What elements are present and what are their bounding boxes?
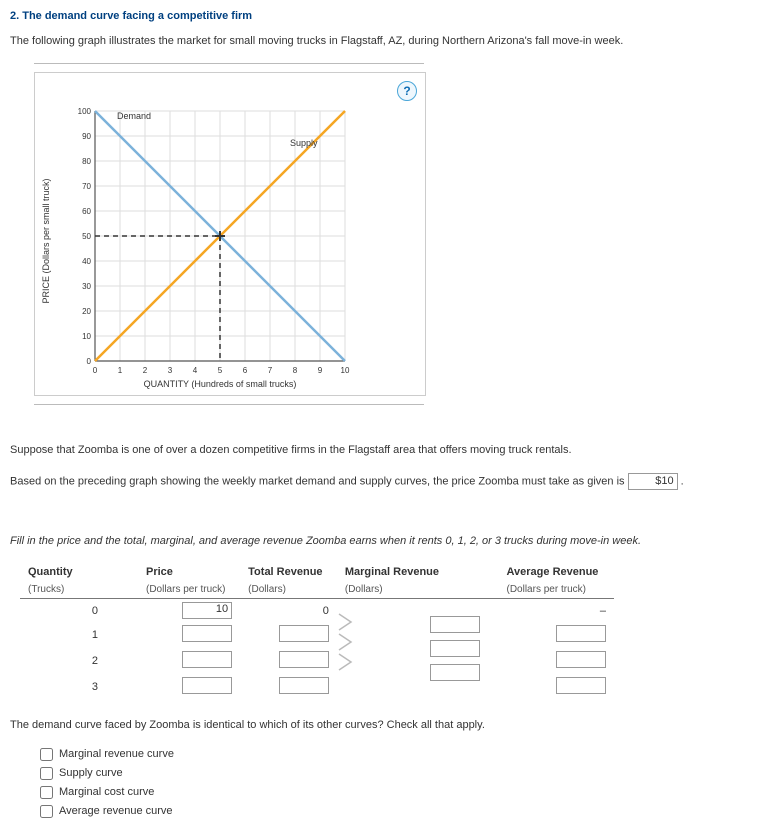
svg-text:60: 60 bbox=[82, 207, 91, 216]
col-price-sub: (Dollars per truck) bbox=[138, 581, 240, 599]
table-row: 1 bbox=[20, 622, 614, 648]
price-input-3[interactable] bbox=[182, 677, 232, 694]
check-row: Marginal revenue curve bbox=[40, 748, 747, 761]
price-input-1[interactable] bbox=[182, 625, 232, 642]
chart-container: ? bbox=[34, 72, 426, 396]
tr-cell-0: 0 bbox=[240, 599, 337, 623]
svg-text:0: 0 bbox=[93, 366, 98, 375]
paragraph-2: Suppose that Zoomba is one of over a doz… bbox=[10, 443, 747, 458]
revenue-table: Quantity Price Total Revenue Marginal Re… bbox=[20, 563, 614, 700]
qty-cell: 3 bbox=[20, 674, 138, 700]
svg-text:7: 7 bbox=[268, 366, 273, 375]
price-answer-input[interactable]: $10 bbox=[628, 473, 678, 490]
qty-cell: 0 bbox=[20, 599, 138, 623]
col-ar: Average Revenue bbox=[499, 563, 615, 581]
svg-text:90: 90 bbox=[82, 132, 91, 141]
price-sentence-prefix: Based on the preceding graph showing the… bbox=[10, 475, 625, 487]
svg-text:30: 30 bbox=[82, 282, 91, 291]
col-qty-sub: (Trucks) bbox=[20, 581, 138, 599]
fill-instruction: Fill in the price and the total, margina… bbox=[10, 534, 747, 549]
supply-demand-chart: Demand Supply 0 10 20 30 40 50 60 70 80 … bbox=[35, 81, 415, 391]
col-qty: Quantity bbox=[20, 563, 138, 581]
col-tr: Total Revenue bbox=[240, 563, 337, 581]
tr-input-2[interactable] bbox=[279, 651, 329, 668]
question-2: The demand curve faced by Zoomba is iden… bbox=[10, 718, 747, 733]
check-mr[interactable] bbox=[40, 748, 53, 761]
demand-label: Demand bbox=[117, 111, 151, 121]
svg-text:100: 100 bbox=[78, 107, 92, 116]
check-ar[interactable] bbox=[40, 805, 53, 818]
svg-text:5: 5 bbox=[218, 366, 223, 375]
mr-chevrons bbox=[337, 612, 427, 688]
check-label: Average revenue curve bbox=[59, 805, 173, 817]
tr-input-1[interactable] bbox=[279, 625, 329, 642]
svg-text:0: 0 bbox=[87, 357, 92, 366]
price-input-0[interactable]: 10 bbox=[182, 602, 232, 619]
check-mc[interactable] bbox=[40, 786, 53, 799]
svg-text:10: 10 bbox=[341, 366, 350, 375]
svg-text:8: 8 bbox=[293, 366, 298, 375]
svg-text:3: 3 bbox=[168, 366, 173, 375]
check-supply[interactable] bbox=[40, 767, 53, 780]
mr-input-2[interactable] bbox=[430, 640, 480, 657]
check-list: Marginal revenue curve Supply curve Marg… bbox=[40, 748, 747, 818]
svg-text:6: 6 bbox=[243, 366, 248, 375]
qty-cell: 1 bbox=[20, 622, 138, 648]
svg-text:10: 10 bbox=[82, 332, 91, 341]
x-axis-label: QUANTITY (Hundreds of small trucks) bbox=[144, 379, 297, 389]
y-axis-label: PRICE (Dollars per small truck) bbox=[41, 179, 51, 304]
check-label: Marginal cost curve bbox=[59, 786, 154, 798]
divider-bottom bbox=[34, 404, 424, 405]
col-mr: Marginal Revenue bbox=[337, 563, 499, 581]
price-sentence-suffix: . bbox=[681, 475, 684, 487]
table-row: 3 bbox=[20, 674, 614, 700]
svg-text:4: 4 bbox=[193, 366, 198, 375]
check-label: Marginal revenue curve bbox=[59, 748, 174, 760]
supply-label: Supply bbox=[290, 138, 318, 148]
check-row: Marginal cost curve bbox=[40, 786, 747, 799]
table-row: 2 bbox=[20, 648, 614, 674]
price-input-2[interactable] bbox=[182, 651, 232, 668]
ar-input-3[interactable] bbox=[556, 677, 606, 694]
svg-text:2: 2 bbox=[143, 366, 148, 375]
check-label: Supply curve bbox=[59, 767, 123, 779]
col-mr-sub: (Dollars) bbox=[337, 581, 499, 599]
table-row: 0 10 0 – bbox=[20, 599, 614, 623]
ar-input-1[interactable] bbox=[556, 625, 606, 642]
svg-text:70: 70 bbox=[82, 182, 91, 191]
qty-cell: 2 bbox=[20, 648, 138, 674]
col-tr-sub: (Dollars) bbox=[240, 581, 337, 599]
divider-top bbox=[34, 63, 424, 64]
svg-text:80: 80 bbox=[82, 157, 91, 166]
tr-input-3[interactable] bbox=[279, 677, 329, 694]
ar-cell-0: – bbox=[499, 599, 615, 623]
svg-text:20: 20 bbox=[82, 307, 91, 316]
mr-input-1[interactable] bbox=[430, 616, 480, 633]
price-sentence: Based on the preceding graph showing the… bbox=[10, 473, 747, 490]
svg-text:1: 1 bbox=[118, 366, 123, 375]
ar-input-2[interactable] bbox=[556, 651, 606, 668]
svg-text:50: 50 bbox=[82, 232, 91, 241]
question-title: 2. The demand curve facing a competitive… bbox=[10, 10, 747, 22]
check-row: Average revenue curve bbox=[40, 805, 747, 818]
col-ar-sub: (Dollars per truck) bbox=[499, 581, 615, 599]
intro-text: The following graph illustrates the mark… bbox=[10, 34, 747, 49]
svg-text:9: 9 bbox=[318, 366, 323, 375]
mr-input-3[interactable] bbox=[430, 664, 480, 681]
svg-text:40: 40 bbox=[82, 257, 91, 266]
check-row: Supply curve bbox=[40, 767, 747, 780]
col-price: Price bbox=[138, 563, 240, 581]
